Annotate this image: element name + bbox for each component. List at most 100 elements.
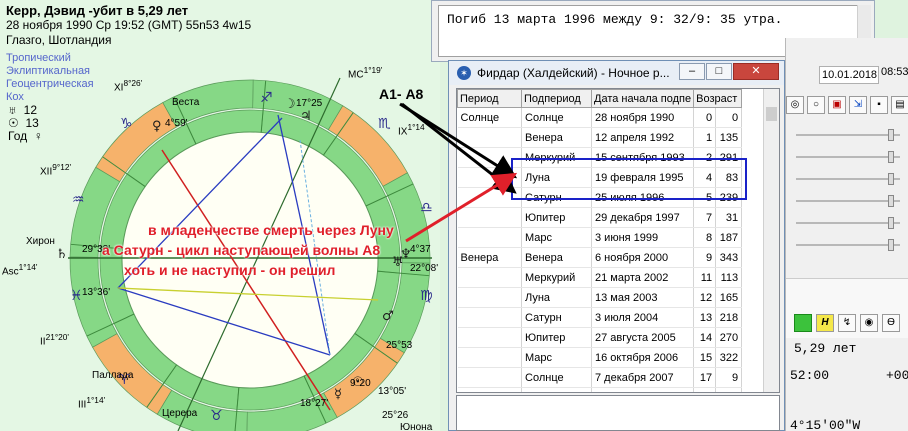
slider-knob[interactable] (888, 151, 894, 163)
radio-icon[interactable]: ◎ (786, 96, 804, 114)
age-cell: 4 (693, 167, 717, 188)
stat-row: Год ♀ (8, 129, 43, 143)
slider[interactable] (796, 129, 900, 141)
save-icon[interactable]: ▪ (870, 96, 888, 114)
days-cell: 239 (715, 187, 743, 208)
period-cell (457, 207, 522, 228)
table-row[interactable]: Меркурий 21 марта 2002 11 113 (457, 267, 743, 288)
cusp-label-asc: Asc1°14' (2, 262, 38, 278)
slider[interactable] (796, 195, 900, 207)
table-row[interactable]: Марс 16 октября 2006 15 322 (457, 347, 743, 368)
table-row[interactable]: Луна 19 февраля 1995 4 83 (457, 167, 743, 188)
slider[interactable] (796, 173, 900, 185)
date-cell: 25 июля 1996 (591, 187, 695, 208)
period-cell (457, 287, 522, 308)
table-row[interactable]: Сатурн 25 июля 1996 5 239 (457, 187, 743, 208)
minimize-button[interactable]: – (679, 63, 705, 80)
close-button[interactable]: ✕ (733, 63, 779, 80)
date-cell: 3 июня 1999 (591, 227, 695, 248)
planet-label: 18°27' (300, 398, 329, 409)
zodiac-glyph: ♎ (420, 200, 433, 216)
sun-glyph: ☉ (8, 116, 19, 130)
days-cell: 83 (715, 167, 743, 188)
planet-label: Паллада (92, 370, 134, 381)
subperiod-cell: Луна (521, 167, 592, 188)
days-cell: 165 (715, 287, 743, 308)
loop-icon[interactable]: Ѳ (882, 314, 900, 332)
calendar-icon[interactable]: ▣ (828, 96, 846, 114)
date-cell: 29 декабря 1997 (591, 207, 695, 228)
cusp-label-mc: MC1°19' (348, 65, 383, 81)
astro-chart-panel: ♑ ♐ ♏ ♒ ♓ ♈ ♉ ♎ ♍ ☽ ♀ ♄ ♃ ♆ ♂ ☉ ☿ ♅ Керр, Дэвид -убит в 5… (0, 0, 440, 431)
period-cell (457, 167, 522, 188)
maximize-button[interactable]: □ (706, 63, 732, 80)
planet-label: 4°59' (165, 118, 188, 129)
table-row[interactable]: Солнце 7 декабря 2007 17 9 (457, 367, 743, 388)
slider-knob[interactable] (888, 129, 894, 141)
green-icon[interactable] (794, 314, 812, 332)
offset-readout: +00 (886, 368, 908, 383)
date-cell: 21 марта 2002 (591, 267, 695, 288)
circle-icon[interactable]: ○ (807, 96, 825, 114)
firdar-titlebar[interactable]: ✶ Фирдар (Халдейский) - Ночное р... – □ … (449, 61, 784, 85)
cusp-label-xii: XII9°12' (40, 162, 72, 178)
zodiac-glyph: ♍ (420, 288, 433, 304)
print-icon[interactable]: ▤ (891, 96, 908, 114)
planet-glyph: ♄ (56, 247, 68, 262)
center-type: Геоцентрическая (6, 78, 94, 90)
time-field[interactable]: 08:53 (881, 66, 908, 78)
planet-label: Веста (172, 97, 200, 108)
date-field[interactable]: 10.01.2018 (819, 66, 879, 84)
planet-glyph: ♃ (300, 109, 312, 124)
table-row[interactable]: Марс 3 июня 1999 8 187 (457, 227, 743, 248)
scrollbar-thumb[interactable] (766, 107, 777, 121)
circle-dot-icon[interactable]: ◉ (860, 314, 878, 332)
planet-label: Хирон (26, 236, 55, 247)
days-cell: 31 (715, 207, 743, 228)
planet-label: Юнона (400, 422, 433, 431)
slider-knob[interactable] (888, 239, 894, 251)
firdar-notes-pane[interactable] (456, 395, 780, 431)
days-cell: 113 (715, 267, 743, 288)
slider-knob[interactable] (888, 195, 894, 207)
table-row[interactable]: Солнце Солнце 28 ноября 1990 0 0 (457, 107, 743, 128)
table-row[interactable]: Юпитер 29 декабря 1997 7 31 (457, 207, 743, 228)
table-row[interactable]: Сатурн 3 июля 2004 13 218 (457, 307, 743, 328)
planet-label: 25°53 (386, 340, 413, 351)
export-icon[interactable]: ⇲ (849, 96, 867, 114)
slider-knob[interactable] (888, 217, 894, 229)
column-header[interactable]: Подпериод (521, 89, 592, 108)
firdar-table: Период Подпериод Дата начала подпе Возра… (457, 89, 743, 392)
table-row[interactable]: Луна 13 мая 2003 12 165 (457, 287, 743, 308)
stat-value: 12 (23, 103, 38, 117)
slider[interactable] (796, 151, 900, 163)
stat-row: ♅ 12 (8, 103, 37, 117)
table-scrollbar[interactable] (763, 89, 779, 392)
planet-label: 17°25 (296, 98, 323, 109)
slider[interactable] (796, 239, 900, 251)
age-cell: 2 (693, 147, 717, 168)
table-row[interactable]: Юпитер 27 августа 2005 14 270 (457, 327, 743, 348)
table-row[interactable]: Меркурий 15 сентября 1993 2 291 (457, 147, 743, 168)
column-header[interactable]: Дата начала подпе (590, 89, 695, 108)
slider[interactable] (796, 217, 900, 229)
table-row[interactable]: МеркурийМеркурий6 ноября 200817343 (457, 387, 743, 392)
zodiac-glyph: ♑ (120, 116, 133, 132)
subperiod-cell: Луна (521, 287, 592, 308)
column-header[interactable]: Возраст (693, 89, 743, 108)
zodiac-glyph: ♉ (210, 408, 223, 424)
slider-knob[interactable] (888, 173, 894, 185)
table-row[interactable]: Венера Венера 6 ноября 2000 9 343 (457, 247, 743, 268)
pointer-icon[interactable]: ↯ (838, 314, 856, 332)
h-icon[interactable]: H (816, 314, 834, 332)
annotation-line-1: в младенчестве смерть через Луну (148, 222, 394, 238)
table-row[interactable]: Венера 12 апреля 1992 1 135 (457, 127, 743, 148)
days-cell: 291 (715, 147, 743, 168)
firdar-table-body: Солнце Солнце 28 ноября 1990 0 0 Венера 12 апр… (457, 107, 743, 392)
uranus-glyph: ♅ (8, 103, 17, 117)
date-cell: 12 апреля 1992 (591, 127, 695, 148)
date-cell: 6 ноября 2000 (591, 247, 695, 268)
column-header[interactable]: Период (457, 89, 522, 108)
period-cell (457, 327, 522, 348)
zodiac-glyph: ♒ (72, 192, 85, 208)
